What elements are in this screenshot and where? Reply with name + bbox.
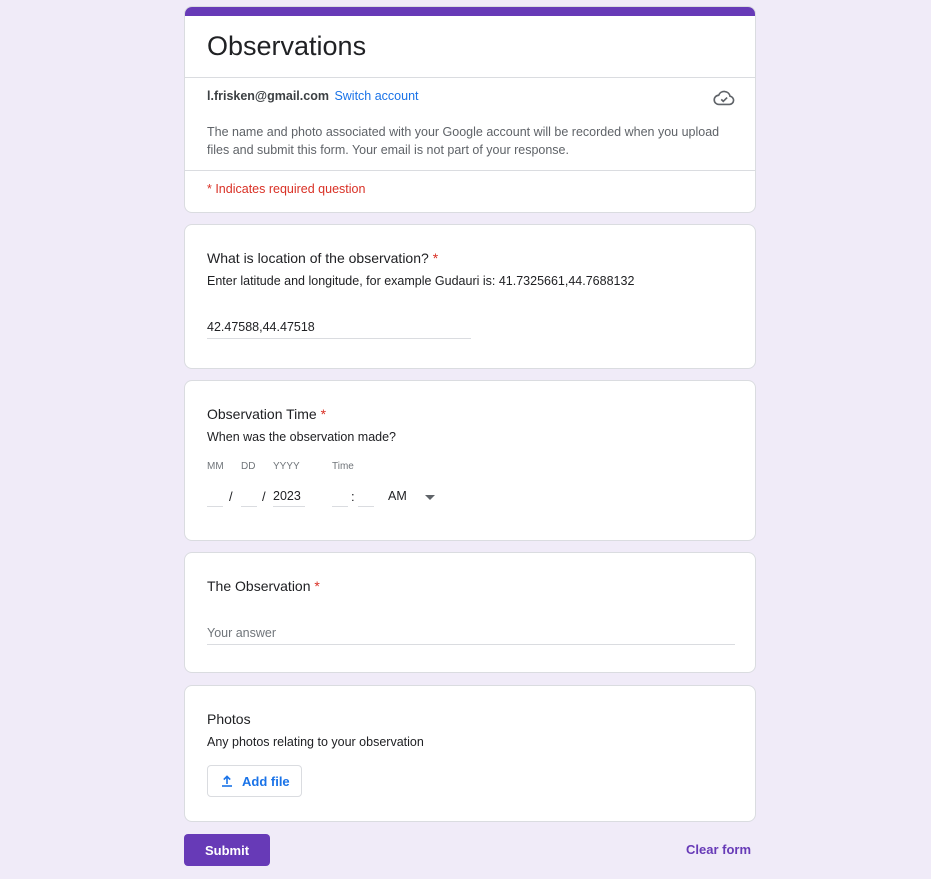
required-marker: * — [432, 250, 439, 266]
required-note: * Indicates required question — [207, 182, 366, 196]
dropdown-arrow-icon — [425, 495, 435, 500]
question-title-text: What is location of the observation? — [207, 250, 429, 266]
question-help: Any photos relating to your observation — [207, 735, 424, 749]
month-input[interactable] — [207, 489, 223, 507]
header-divider-2 — [185, 170, 755, 171]
question-title-text: Observation Time — [207, 406, 317, 422]
day-input[interactable] — [241, 489, 257, 507]
add-file-label: Add file — [242, 773, 290, 789]
question-title: The Observation * — [207, 578, 320, 594]
date-separator: / — [262, 489, 266, 504]
time-separator: : — [351, 489, 355, 504]
question-time-card: Observation Time * When was the observat… — [184, 380, 756, 541]
account-email: l.frisken@gmail.com — [207, 89, 329, 103]
switch-account-link[interactable]: Switch account — [334, 89, 418, 103]
question-help: When was the observation made? — [207, 430, 396, 444]
minute-input[interactable] — [358, 489, 374, 507]
add-file-button[interactable]: Add file — [207, 765, 302, 797]
year-label: YYYY — [273, 461, 300, 472]
accent-bar — [185, 7, 755, 16]
question-help: Enter latitude and longitude, for exampl… — [207, 274, 635, 288]
form-header-card: Observations l.frisken@gmail.com Switch … — [184, 6, 756, 213]
year-input[interactable] — [273, 489, 305, 507]
upload-icon — [222, 775, 232, 787]
question-title: Photos — [207, 711, 251, 727]
submit-button[interactable]: Submit — [184, 834, 270, 866]
hour-input[interactable] — [332, 489, 348, 507]
ampm-value: AM — [388, 489, 407, 503]
time-label: Time — [332, 461, 354, 472]
month-label: MM — [207, 461, 224, 472]
date-separator: / — [229, 489, 233, 504]
day-label: DD — [241, 461, 256, 472]
observation-input[interactable] — [207, 626, 735, 645]
cloud-saved-icon — [713, 90, 735, 106]
location-input[interactable] — [207, 320, 471, 339]
question-location-card: What is location of the observation? * E… — [184, 224, 756, 369]
question-observation-card: The Observation * — [184, 552, 756, 673]
question-photos-card: Photos Any photos relating to your obser… — [184, 685, 756, 822]
upload-notice: The name and photo associated with your … — [207, 125, 720, 157]
header-divider — [185, 77, 755, 78]
clear-form-button[interactable]: Clear form — [686, 842, 751, 857]
ampm-select[interactable]: AM — [385, 485, 440, 507]
account-row: l.frisken@gmail.com Switch account — [207, 89, 419, 103]
required-marker: * — [314, 578, 320, 594]
form-title: Observations — [207, 31, 367, 61]
question-title-text: The Observation — [207, 578, 311, 594]
required-marker: * — [320, 406, 327, 422]
question-title: Observation Time * — [207, 406, 326, 422]
question-title: What is location of the observation? * — [207, 250, 438, 266]
